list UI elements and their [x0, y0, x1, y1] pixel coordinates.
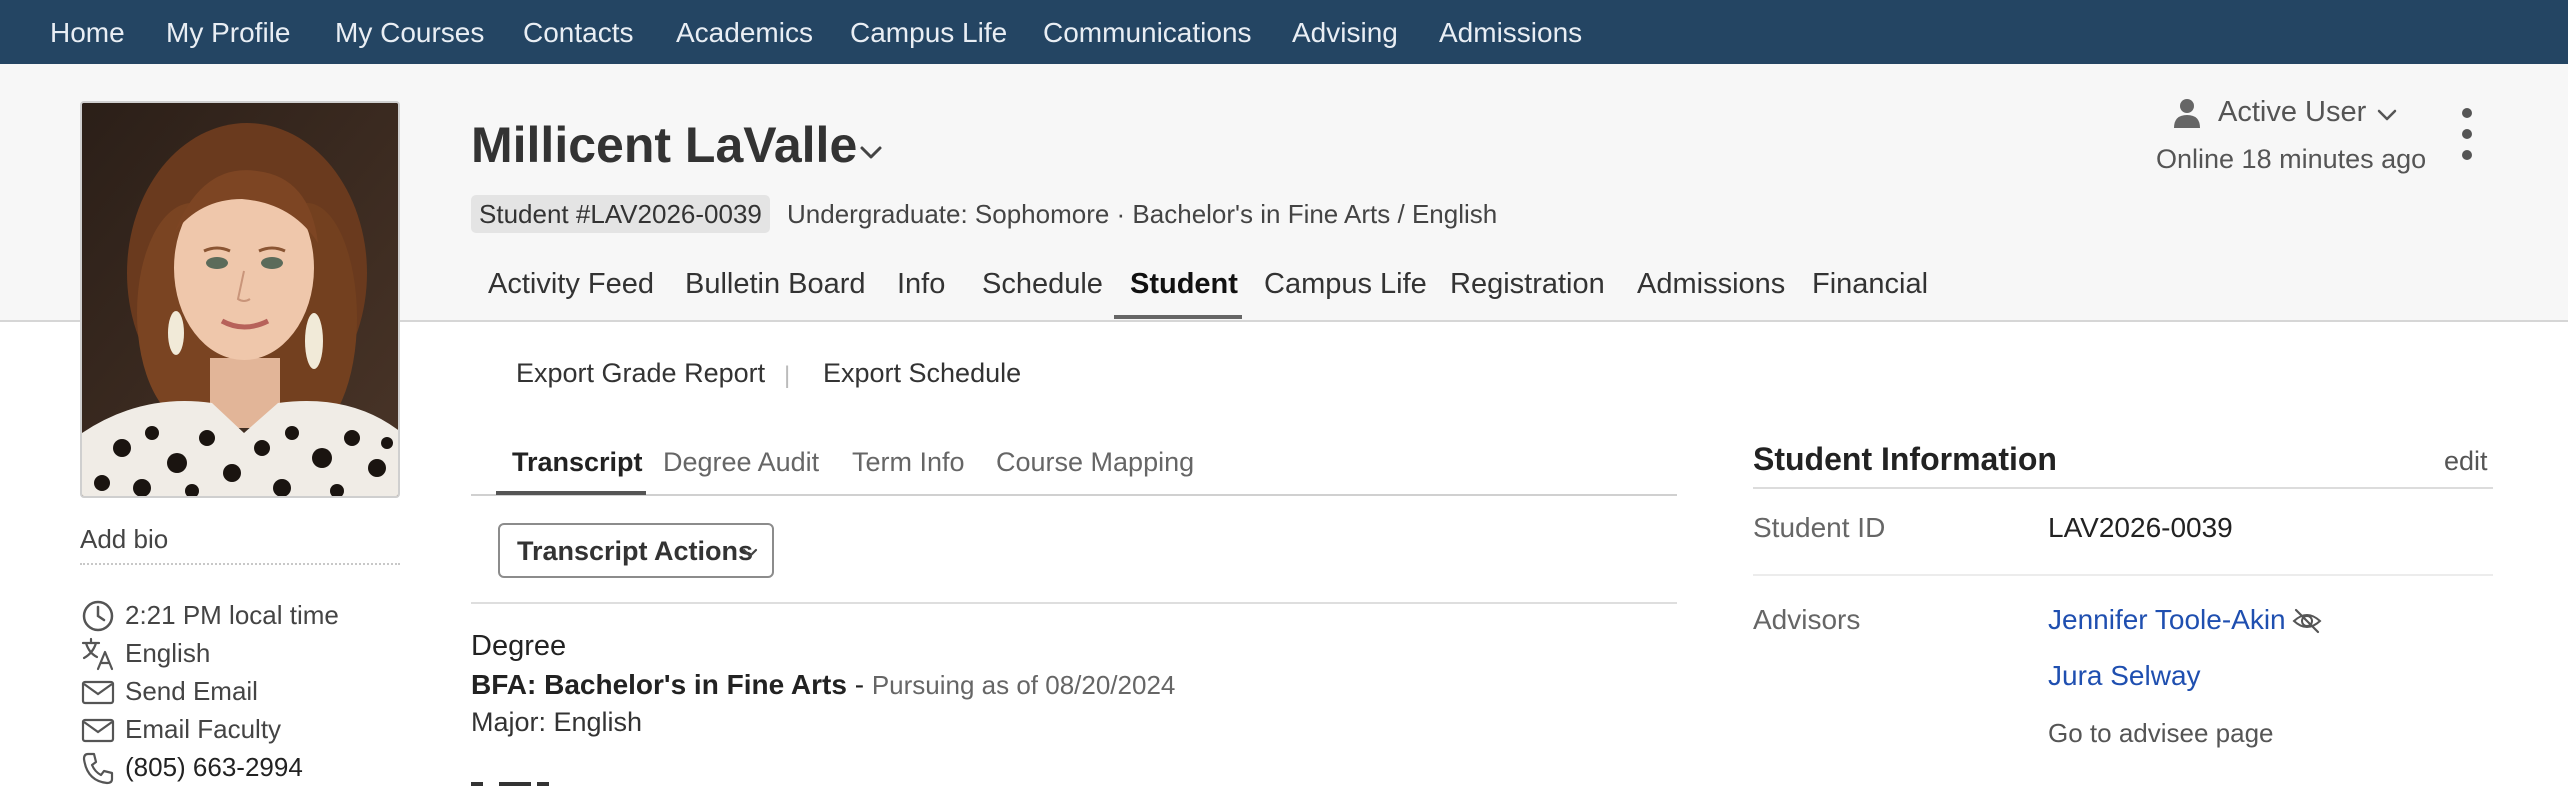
tab-financial[interactable]: Financial	[1812, 268, 1928, 301]
more-vertical-icon[interactable]	[2450, 104, 2484, 164]
nav-communications[interactable]: Communications	[1043, 0, 1252, 64]
add-bio-link[interactable]: Add bio	[80, 524, 400, 565]
tab-campus-life[interactable]: Campus Life	[1264, 268, 1427, 301]
phone-number[interactable]: (805) 663-2994	[125, 752, 303, 783]
tab-degree-audit[interactable]: Degree Audit	[663, 447, 819, 478]
language-text: English	[125, 638, 211, 668]
advisor-link[interactable]: Jura Selway	[2048, 660, 2201, 692]
nav-home[interactable]: Home	[50, 0, 125, 64]
student-id-separator	[1753, 574, 2493, 576]
student-information-title: Student Information	[1753, 441, 2057, 477]
student-number-badge: Student #LAV2026-0039	[471, 195, 770, 233]
nav-my-profile[interactable]: My Profile	[166, 0, 290, 64]
nav-academics[interactable]: Academics	[676, 0, 813, 64]
translate-icon	[81, 637, 114, 671]
nav-campus-life[interactable]: Campus Life	[850, 0, 1007, 64]
active-user-status[interactable]: Active User	[2218, 96, 2366, 129]
degree-heading: Degree	[471, 630, 567, 662]
profile-photo[interactable]	[80, 101, 400, 498]
nav-admissions[interactable]: Admissions	[1439, 0, 1582, 64]
student-name: Millicent LaValle	[471, 117, 858, 173]
mail-icon	[81, 680, 115, 705]
advisors-label: Advisors	[1753, 604, 1861, 635]
clock-icon	[82, 600, 114, 632]
export-schedule-link[interactable]: Export Schedule	[823, 358, 1021, 389]
send-email-text[interactable]: Send Email	[125, 676, 258, 707]
nav-my-courses[interactable]: My Courses	[335, 0, 484, 64]
student-information-edit-link[interactable]: edit	[2444, 446, 2488, 477]
transcript-actions-dropdown[interactable]: Transcript Actions	[498, 523, 774, 578]
chevron-down-icon	[742, 548, 758, 558]
phone-row: (805) 663-2994	[80, 750, 420, 786]
nav-advising[interactable]: Advising	[1292, 0, 1398, 64]
degree-status: Pursuing as of 08/20/2024	[871, 670, 1176, 700]
sub-tabs-divider	[471, 494, 1677, 496]
degree-row: BFA: Bachelor's in Fine Arts - Pursuing …	[471, 669, 1175, 701]
phone-icon	[82, 752, 114, 785]
send-email-link[interactable]: Send Email	[80, 674, 420, 710]
active-sub-tab-indicator	[496, 491, 646, 495]
top-navigation: Home My Profile My Courses Contacts Acad…	[0, 0, 2568, 64]
tab-info[interactable]: Info	[897, 268, 945, 301]
clipped-next-line	[471, 782, 561, 792]
tab-registration[interactable]: Registration	[1450, 268, 1605, 301]
tab-bulletin-board[interactable]: Bulletin Board	[685, 268, 866, 301]
email-faculty-link[interactable]: Email Faculty	[80, 712, 420, 748]
student-information-divider	[1753, 487, 2493, 489]
student-id-label: Student ID	[1753, 512, 1886, 543]
tab-transcript[interactable]: Transcript	[512, 447, 643, 478]
tab-student[interactable]: Student	[1130, 268, 1238, 301]
degree-major: Major: English	[471, 707, 643, 737]
transcript-actions-label: Transcript Actions	[517, 536, 754, 566]
user-icon	[2174, 99, 2200, 128]
tab-admissions[interactable]: Admissions	[1637, 268, 1785, 301]
chevron-down-icon[interactable]	[2372, 100, 2402, 130]
tab-course-mapping[interactable]: Course Mapping	[996, 447, 1194, 478]
portrait-image	[82, 103, 398, 496]
tab-schedule[interactable]: Schedule	[982, 268, 1103, 301]
local-time-text: 2:21 PM local time	[125, 600, 339, 630]
student-id-value: LAV2026-0039	[2048, 512, 2233, 543]
mail-icon	[81, 718, 115, 743]
student-program: Undergraduate: Sophomore · Bachelor's in…	[787, 199, 1498, 229]
export-grade-report-link[interactable]: Export Grade Report	[516, 358, 765, 389]
transcript-divider	[471, 602, 1677, 604]
online-status: Online 18 minutes ago	[2156, 144, 2427, 174]
local-time-row: 2:21 PM local time	[80, 598, 420, 634]
eye-off-icon	[2292, 608, 2322, 634]
tab-activity-feed[interactable]: Activity Feed	[488, 268, 654, 301]
email-faculty-text[interactable]: Email Faculty	[125, 714, 281, 745]
degree-dash: -	[846, 669, 872, 700]
go-to-advisee-page-link[interactable]: Go to advisee page	[2048, 718, 2274, 749]
active-tab-indicator	[1114, 315, 1242, 319]
chevron-down-icon[interactable]	[853, 134, 889, 170]
advisor-link[interactable]: Jennifer Toole-Akin	[2048, 604, 2286, 636]
degree-title: BFA: Bachelor's in Fine Arts	[471, 669, 847, 700]
nav-contacts[interactable]: Contacts	[523, 0, 634, 64]
tab-term-info[interactable]: Term Info	[852, 447, 965, 478]
export-separator: |	[784, 362, 791, 389]
language-row: English	[80, 636, 420, 672]
